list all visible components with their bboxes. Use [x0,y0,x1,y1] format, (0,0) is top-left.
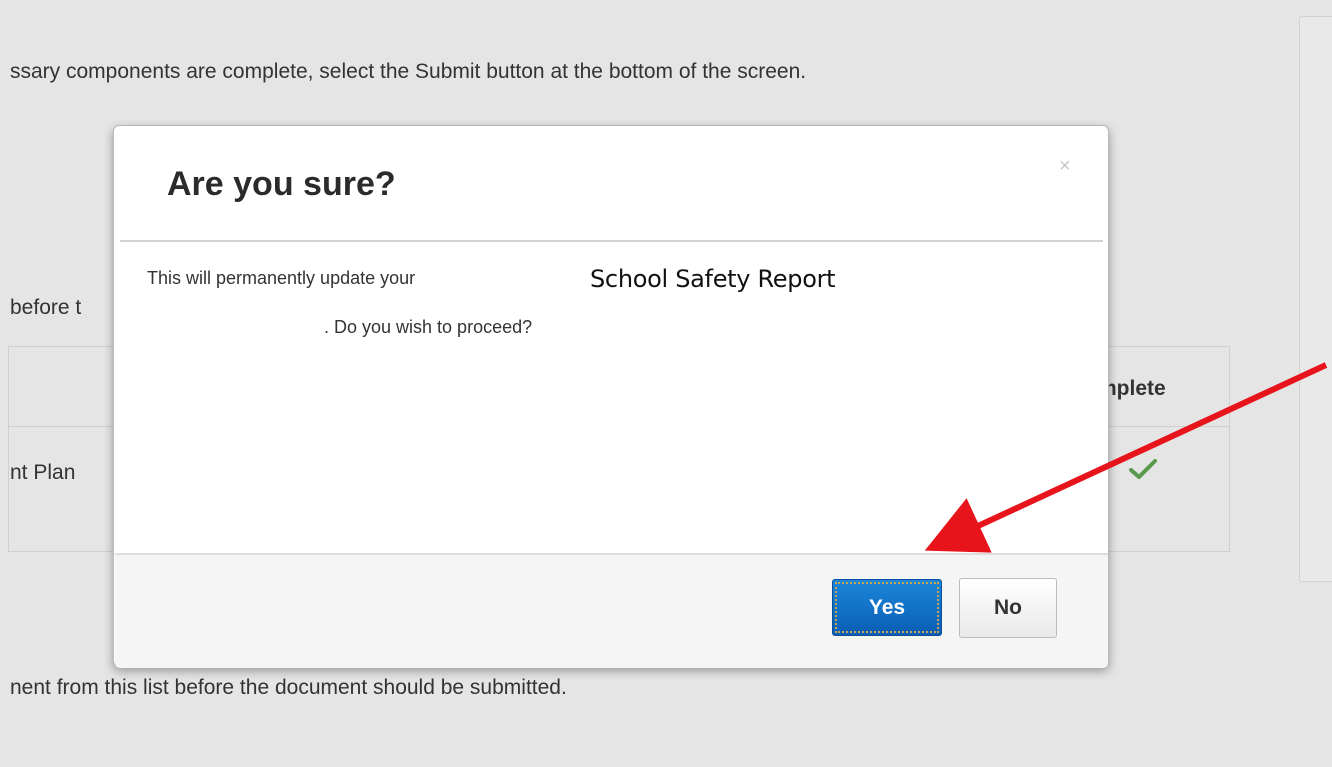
dialog-title: Are you sure? [167,165,396,203]
yes-button[interactable]: Yes [832,579,942,636]
check-icon [1129,459,1157,479]
close-icon[interactable]: × [1059,156,1071,176]
dialog-body-line-1: This will permanently update your [147,268,416,288]
table-row-component: nt Plan [10,461,76,484]
no-button[interactable]: No [959,578,1057,638]
dialog-header-divider [120,240,1103,242]
instruction-text: ssary components are complete, select th… [10,60,807,83]
dialog-body-line-2: . Do you wish to proceed? [324,317,533,337]
report-name: School Safety Report [590,265,836,293]
redaction-box [136,303,324,343]
side-panel [1299,16,1332,582]
footer-text: nent from this list before the document … [10,676,567,699]
confirm-dialog: Are you sure? × This will permanently up… [113,125,1109,668]
partial-text: before t [10,296,82,319]
